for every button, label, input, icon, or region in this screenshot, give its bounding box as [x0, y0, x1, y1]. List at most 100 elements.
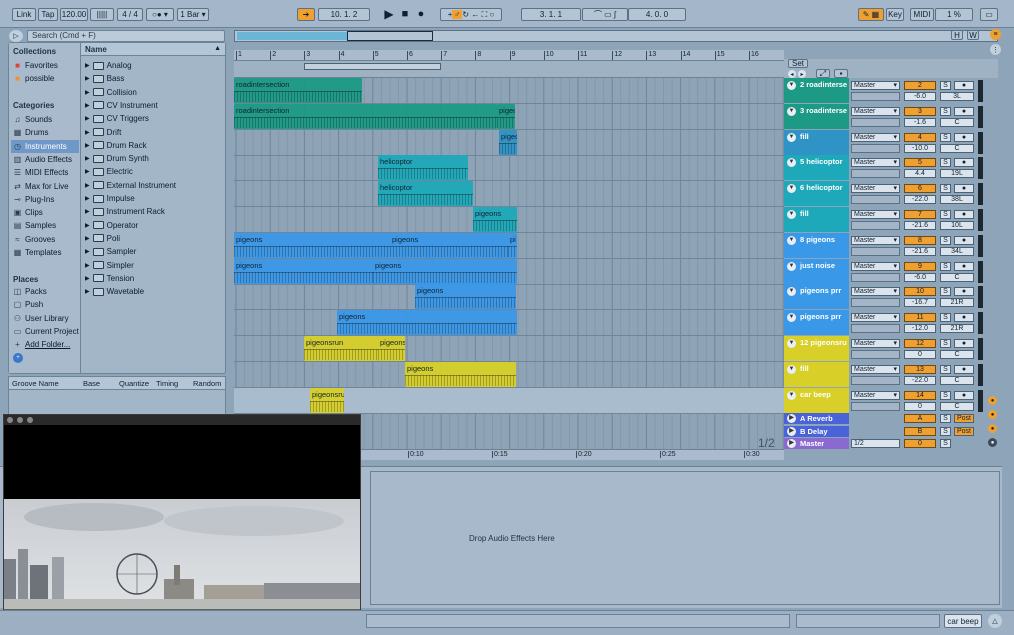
- track-name[interactable]: ▼ fill: [784, 361, 849, 387]
- input-routing-select[interactable]: [851, 375, 900, 385]
- add-place-icon[interactable]: +: [13, 353, 23, 363]
- pan-field[interactable]: 3L: [940, 92, 974, 101]
- track-fold-icon[interactable]: ▼: [787, 261, 796, 271]
- expand-arrow-icon[interactable]: ▶: [85, 75, 90, 82]
- solo-button[interactable]: S: [940, 414, 951, 424]
- draw-mode-icon[interactable]: ♂: [452, 10, 463, 19]
- play-icon[interactable]: ▶: [383, 7, 395, 21]
- track-fold-icon[interactable]: ▼: [787, 210, 796, 219]
- track-fold-icon[interactable]: ▼: [787, 106, 796, 116]
- track-lane[interactable]: roadintersection: [234, 78, 784, 104]
- track-fold-icon[interactable]: ▼: [787, 81, 796, 90]
- return-name[interactable]: ▶ B Delay: [784, 425, 849, 437]
- solo-button[interactable]: S: [940, 235, 951, 245]
- expand-arrow-icon[interactable]: ▶: [85, 102, 90, 109]
- unfold-all-icon[interactable]: ▸: [798, 70, 806, 78]
- output-routing-select[interactable]: Master ▾: [851, 210, 900, 219]
- expand-arrow-icon[interactable]: ▶: [85, 168, 90, 175]
- track-name[interactable]: ▼ 5 helicoptor: [784, 155, 849, 181]
- audio-clip[interactable]: helicoptor: [378, 181, 473, 207]
- audio-clip[interactable]: pigeons: [415, 284, 516, 310]
- audio-clip[interactable]: helicoptor: [378, 155, 468, 181]
- volume-field[interactable]: 4.4: [904, 169, 936, 179]
- pan-field[interactable]: 34L: [940, 246, 974, 256]
- h-button[interactable]: H: [951, 30, 963, 40]
- stop-icon[interactable]: ■: [399, 8, 411, 20]
- fold-all-icon[interactable]: ◂: [788, 70, 796, 78]
- solo-button[interactable]: S: [940, 426, 951, 436]
- solo-button[interactable]: S: [940, 210, 951, 219]
- track-lane[interactable]: helicoptor: [234, 181, 784, 208]
- arm-button[interactable]: ●: [954, 81, 974, 90]
- track-fold-icon[interactable]: ▼: [787, 235, 796, 245]
- mixer-track[interactable]: ▼ car beep Master ▾ 14 S ● 0 C: [784, 387, 998, 414]
- input-routing-select[interactable]: [851, 324, 900, 334]
- audio-clip[interactable]: pi: [508, 232, 517, 258]
- song-position-field[interactable]: 10. 1. 2: [318, 8, 370, 21]
- audio-clip[interactable]: pigeo: [499, 129, 517, 155]
- browser-toggle-icon[interactable]: ▷: [9, 30, 23, 42]
- mixer-track[interactable]: ▼ 6 helicoptor Master ▾ 6 S ● -22.0 38L: [784, 181, 998, 207]
- mixer-track[interactable]: ▼ just noise Master ▾ 9 S ● -6.0 C: [784, 258, 998, 285]
- search-input[interactable]: Search (Cmd + F): [27, 30, 225, 42]
- loop-brace-lane[interactable]: [234, 61, 784, 78]
- track-activator-button[interactable]: 6: [904, 184, 936, 194]
- volume-field[interactable]: -22.0: [904, 375, 936, 385]
- name-column-header[interactable]: Name ▲: [81, 43, 225, 56]
- place-item[interactable]: ◫ Packs: [11, 285, 79, 298]
- output-routing-select[interactable]: Master ▾: [851, 184, 900, 194]
- menu-icon[interactable]: ≡: [990, 29, 1001, 40]
- output-routing-select[interactable]: Master ▾: [851, 81, 900, 90]
- pan-field[interactable]: 19L: [940, 169, 974, 179]
- arm-button[interactable]: ●: [954, 287, 974, 297]
- expand-arrow-icon[interactable]: ▶: [85, 155, 90, 162]
- track-fold-icon[interactable]: ▼: [787, 390, 796, 400]
- resize-icon[interactable]: ⤢: [816, 69, 830, 78]
- track-lane[interactable]: pigeonsru: [234, 387, 784, 414]
- expand-arrow-icon[interactable]: ▶: [85, 262, 90, 269]
- instrument-item[interactable]: ▶ Wavetable: [85, 285, 221, 298]
- tap-button[interactable]: Tap: [38, 8, 58, 21]
- metronome-icon[interactable]: ○● ▾: [146, 8, 174, 21]
- track-name[interactable]: ▼ pigeons prr: [784, 284, 849, 310]
- post-button[interactable]: Post: [954, 414, 974, 424]
- track-activator-button[interactable]: 12: [904, 339, 936, 348]
- mixer-track[interactable]: ▼ 2 roadinterse Master ▾ 2 S ● -6.0 3L: [784, 78, 998, 104]
- solo-button[interactable]: S: [940, 106, 951, 116]
- track-activator-button[interactable]: 10: [904, 287, 936, 297]
- instrument-item[interactable]: ▶ Simpler: [85, 259, 221, 272]
- arm-button[interactable]: ●: [954, 184, 974, 194]
- input-routing-select[interactable]: [851, 117, 900, 127]
- audio-clip[interactable]: pigeons: [337, 310, 517, 336]
- expand-arrow-icon[interactable]: ▶: [85, 62, 90, 69]
- instrument-item[interactable]: ▶ Impulse: [85, 192, 221, 205]
- expand-arrow-icon[interactable]: ▶: [85, 275, 90, 282]
- solo-button[interactable]: S: [940, 339, 951, 348]
- link-button[interactable]: Link: [12, 8, 36, 21]
- instrument-item[interactable]: ▶ CV Triggers: [85, 112, 221, 125]
- output-routing-select[interactable]: Master ▾: [851, 132, 900, 142]
- category-item[interactable]: ☰ MIDI Effects: [11, 166, 79, 179]
- volume-field[interactable]: -10.0: [904, 143, 936, 153]
- track-activator-button[interactable]: 9: [904, 261, 936, 271]
- instrument-item[interactable]: ▶ External Instrument: [85, 179, 221, 192]
- instrument-item[interactable]: ▶ CV Instrument: [85, 99, 221, 112]
- minimize-icon[interactable]: [17, 417, 23, 423]
- return-play-icon[interactable]: ▶: [787, 414, 796, 424]
- output-routing-select[interactable]: Master ▾: [851, 364, 900, 374]
- solo-button[interactable]: S: [940, 390, 951, 400]
- category-item[interactable]: ▦ Templates: [11, 246, 79, 259]
- arrangement-view[interactable]: roadintersection roadintersection pigeo pig…: [234, 50, 784, 460]
- volume-field[interactable]: -21.6: [904, 246, 936, 256]
- input-routing-select[interactable]: [851, 401, 900, 411]
- instrument-item[interactable]: ▶ Drum Rack: [85, 139, 221, 152]
- expand-arrow-icon[interactable]: ▶: [85, 115, 90, 122]
- volume-field[interactable]: -22.0: [904, 195, 936, 205]
- input-routing-select[interactable]: [851, 92, 900, 101]
- mixer-track[interactable]: ▼ 5 helicoptor Master ▾ 5 S ● 4.4 19L: [784, 155, 998, 181]
- solo-button[interactable]: S: [940, 439, 951, 449]
- returns-toggle-icon[interactable]: ●: [988, 396, 997, 405]
- metronome-beats-icon[interactable]: |||||: [90, 8, 114, 21]
- audio-clip[interactable]: pigeons: [405, 361, 516, 387]
- master-track[interactable]: ▶ Master 1/2 0 S: [784, 438, 998, 450]
